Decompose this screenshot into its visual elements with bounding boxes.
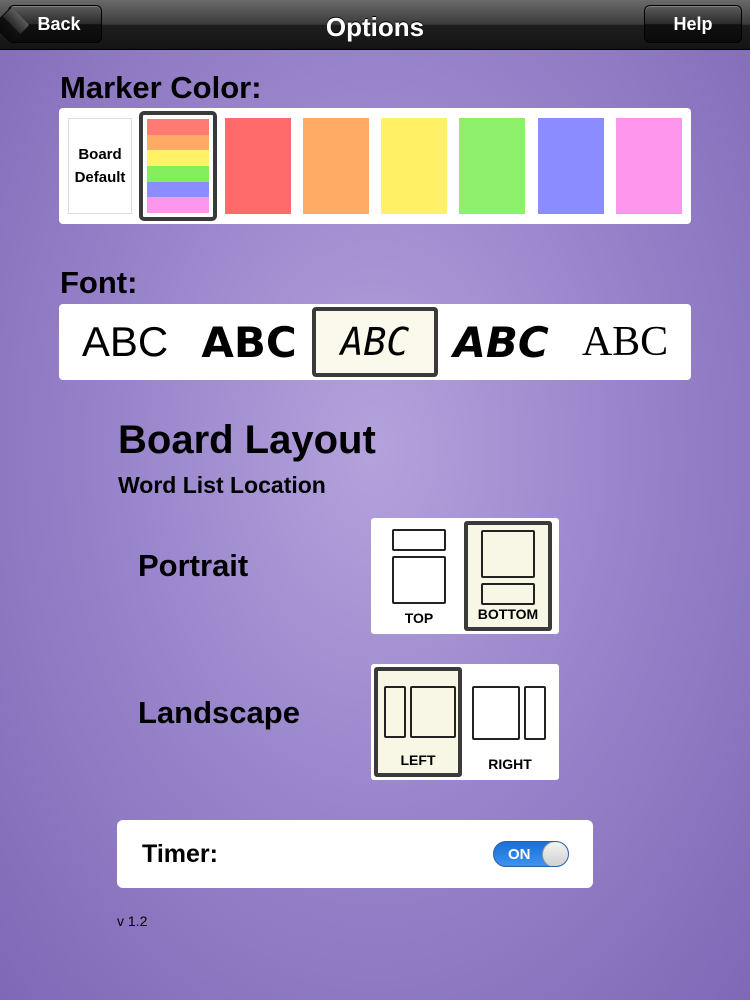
rainbow-stripe <box>147 181 209 198</box>
marker-color-label: Marker Color: <box>60 70 262 105</box>
portrait-label: Portrait <box>138 548 249 583</box>
red-swatch[interactable] <box>225 118 291 214</box>
landscape-left-caption: LEFT <box>400 752 436 768</box>
rainbow-stripe <box>147 134 209 151</box>
board-default-text-line1: Board <box>78 146 122 163</box>
timer-label: Timer: <box>142 840 218 868</box>
page-title: Options <box>325 12 425 42</box>
portrait-bottom-option[interactable]: BOTTOM <box>464 521 552 631</box>
version-label: v 1.2 <box>117 913 148 929</box>
navigation-bar: Back Options Help <box>0 0 750 50</box>
portrait-bottom-caption: BOTTOM <box>477 606 539 622</box>
board-box <box>410 686 456 738</box>
green-swatch[interactable] <box>459 118 525 214</box>
help-button[interactable]: Help <box>644 5 742 43</box>
toggle-knob <box>542 842 568 866</box>
word-list-box <box>384 686 406 738</box>
blue-swatch[interactable] <box>538 118 604 214</box>
rainbow-color-option[interactable] <box>139 111 217 221</box>
rainbow-swatch <box>147 119 209 214</box>
font-option-plain[interactable]: ABC <box>67 304 183 380</box>
portrait-top-option[interactable]: TOP <box>375 521 463 631</box>
board-box <box>392 556 446 604</box>
landscape-right-caption: RIGHT <box>488 756 532 772</box>
timer-panel: Timer: ON <box>117 820 593 888</box>
font-label: Font: <box>60 265 138 300</box>
orange-swatch[interactable] <box>303 118 369 214</box>
word-list-box <box>481 583 535 605</box>
board-box <box>481 530 535 578</box>
font-option-handwritten[interactable]: ABC <box>312 304 438 380</box>
board-layout-title: Board Layout <box>118 418 376 462</box>
rainbow-stripe <box>147 197 209 214</box>
landscape-label: Landscape <box>138 695 300 730</box>
marker-color-panel: Board Default <box>59 108 691 224</box>
toggle-state-text: ON <box>508 846 531 863</box>
landscape-options: LEFT RIGHT <box>371 664 559 780</box>
font-option-bold[interactable]: ABC <box>189 304 309 380</box>
rainbow-stripe <box>147 150 209 167</box>
word-list-box <box>392 529 446 551</box>
yellow-swatch[interactable] <box>381 118 447 214</box>
word-list-box <box>524 686 546 740</box>
landscape-left-option[interactable]: LEFT <box>374 667 462 777</box>
portrait-options: TOP BOTTOM <box>371 518 559 634</box>
font-option-marker[interactable]: ABC <box>441 304 561 380</box>
portrait-top-caption: TOP <box>404 610 434 626</box>
rainbow-stripe <box>147 166 209 182</box>
pink-swatch[interactable] <box>616 118 682 214</box>
board-default-text-line2: Default <box>74 169 126 186</box>
font-panel: ABC ABC ABC ABC ABC <box>59 304 691 380</box>
board-default-option[interactable]: Board Default <box>68 118 132 214</box>
font-option-serif[interactable]: ABC <box>567 304 683 380</box>
word-list-location-subtitle: Word List Location <box>118 472 326 498</box>
landscape-right-option[interactable]: RIGHT <box>466 667 554 777</box>
timer-toggle-switch[interactable]: ON <box>493 841 569 867</box>
board-box <box>472 686 520 740</box>
rainbow-stripe <box>147 119 209 135</box>
